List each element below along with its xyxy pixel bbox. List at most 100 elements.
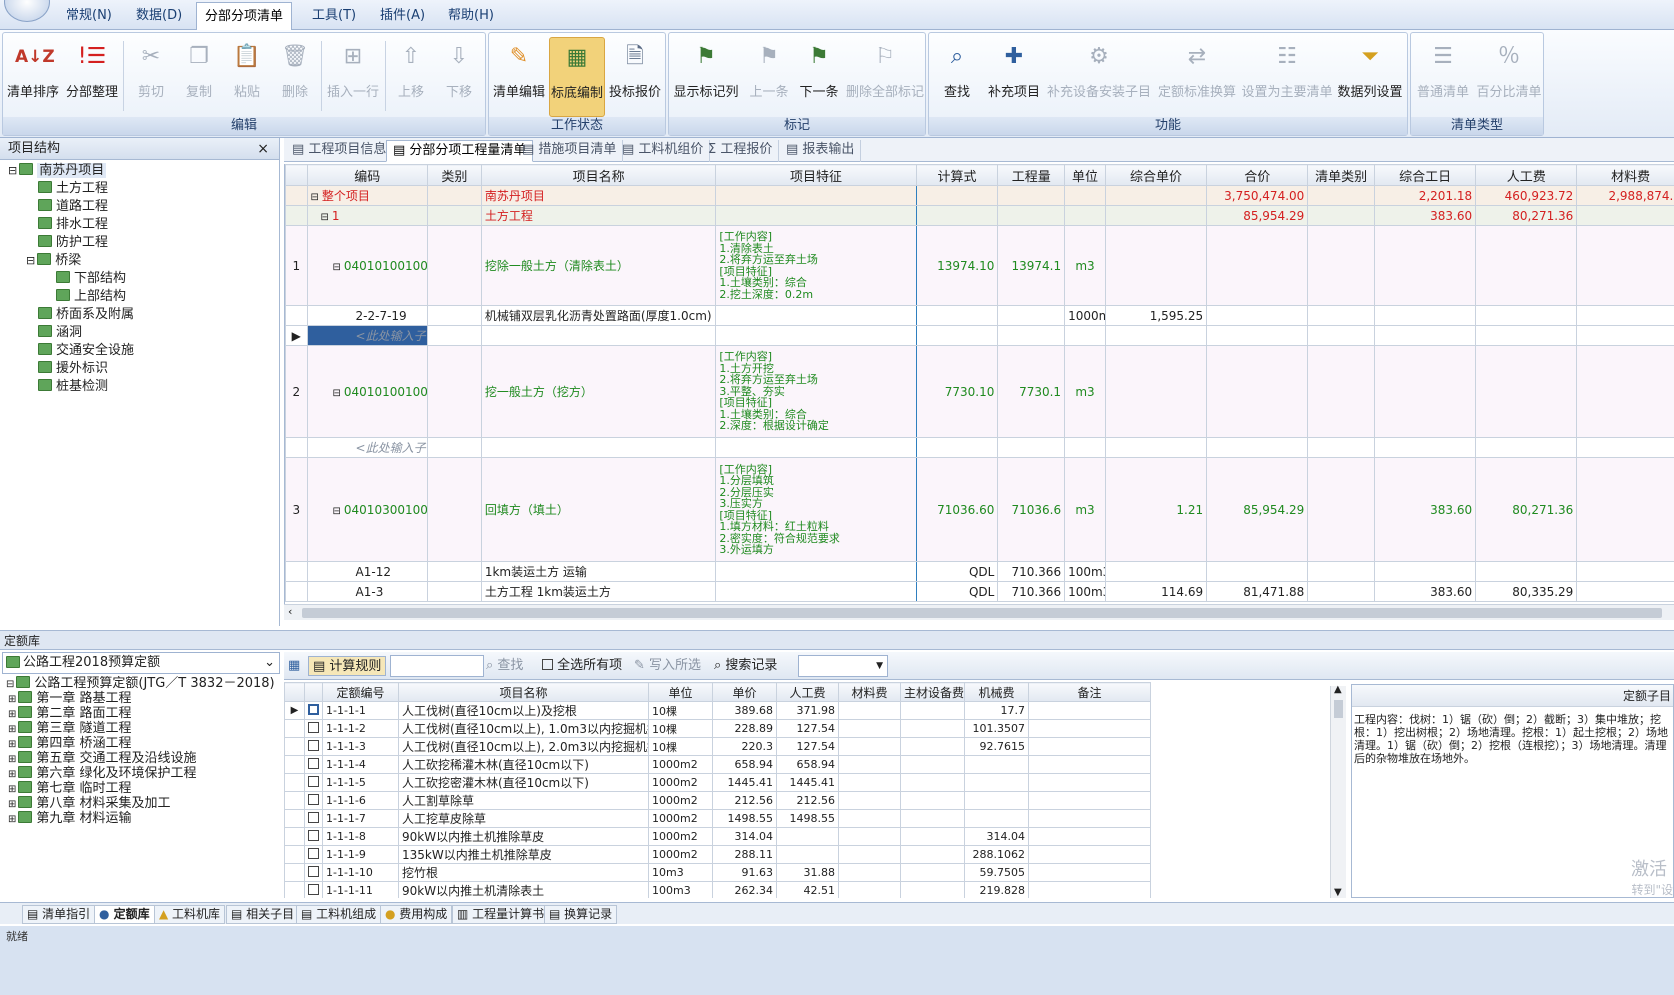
- quota-row[interactable]: 1-1-1-3人工伐树(直径10cm以上), 2.0m3以内挖掘机挖树根10棵2…: [284, 737, 1151, 756]
- workday-cell[interactable]: [1373, 437, 1477, 458]
- quota-material-cell[interactable]: [838, 755, 901, 774]
- quota-code-cell[interactable]: 1-1-1-9: [322, 845, 399, 864]
- tree-item[interactable]: 道路工程: [0, 198, 279, 216]
- list-type-cell[interactable]: [1307, 437, 1375, 458]
- set-main-list-button[interactable]: ☷ 设置为主要清单: [1239, 37, 1335, 117]
- unit-cell[interactable]: m3: [1064, 457, 1106, 562]
- quota-unit-cell[interactable]: 1000m2: [648, 791, 713, 810]
- tree-item[interactable]: 援外标识: [0, 360, 279, 378]
- quota-main-material-cell[interactable]: [900, 809, 965, 828]
- move-down-button[interactable]: ⇩ 下移: [437, 37, 481, 117]
- unit-price-cell[interactable]: [1104, 225, 1208, 306]
- total-cell[interactable]: 85,954.29: [1206, 457, 1309, 562]
- quota-note-cell[interactable]: [1028, 863, 1151, 882]
- total-cell[interactable]: [1206, 225, 1309, 306]
- total-cell[interactable]: [1206, 325, 1309, 346]
- quota-name-cell[interactable]: 人工割草除草: [398, 791, 649, 810]
- bid-quote-button[interactable]: 🗎 投标报价: [607, 37, 663, 117]
- name-cell[interactable]: 挖一般土方（挖方）: [480, 345, 717, 438]
- category-cell[interactable]: [427, 305, 482, 326]
- move-up-button[interactable]: ⇧ 上移: [389, 37, 433, 117]
- tree-item[interactable]: 上部结构: [0, 288, 279, 306]
- table-row[interactable]: 1 ⊟ 040101001001 挖除一般土方（清除表土） [工作内容] 1.清除表土 …: [285, 225, 1674, 306]
- row-number-cell[interactable]: ▶: [285, 325, 308, 346]
- unit-cell[interactable]: 100m3: [1064, 581, 1106, 602]
- feature-cell[interactable]: [715, 325, 917, 346]
- tab-cost-composition[interactable]: ● 费用构成: [380, 905, 453, 924]
- quota-code-cell[interactable]: 1-1-1-11: [322, 881, 399, 898]
- table-row[interactable]: 2-2-7-19 机械铺双层乳化沥青处置路面(厚度1.0cm) 1000m 1,595…: [285, 305, 1674, 326]
- unit-cell[interactable]: [1064, 205, 1106, 226]
- quota-machine-cell[interactable]: 101.3507: [964, 719, 1029, 738]
- name-cell[interactable]: [480, 437, 717, 458]
- quota-main-material-cell[interactable]: [900, 701, 965, 720]
- quota-price-cell[interactable]: 220.3: [712, 737, 777, 756]
- material-cost-cell[interactable]: [1576, 225, 1674, 306]
- quota-material-cell[interactable]: [838, 719, 901, 738]
- quota-tree-item[interactable]: ⊞ 第六章 绿化及环境保护工程: [2, 766, 280, 781]
- quota-labor-cell[interactable]: 42.51: [776, 881, 839, 898]
- column-header[interactable]: 材料费: [1576, 164, 1674, 186]
- quota-material-cell[interactable]: [838, 773, 901, 792]
- material-cost-cell[interactable]: [1576, 561, 1674, 582]
- unit-price-cell[interactable]: 1,595.25: [1104, 305, 1208, 326]
- scroll-down-icon[interactable]: ▼: [1334, 887, 1342, 898]
- quantity-cell[interactable]: 710.366: [997, 561, 1066, 582]
- quantity-cell[interactable]: 7730.1: [997, 345, 1066, 438]
- table-row[interactable]: ⊟ 1 土方工程 85,954.29 383.60 80,271.36: [285, 205, 1674, 226]
- quota-column-header[interactable]: 主材设备费: [900, 682, 965, 702]
- formula-cell[interactable]: [915, 205, 999, 226]
- quota-name-cell[interactable]: 人工挖草皮除草: [398, 809, 649, 828]
- row-number-cell[interactable]: [285, 581, 308, 602]
- expand-icon[interactable]: ⊞: [8, 694, 16, 705]
- copy-button[interactable]: ❐ 复制: [177, 37, 221, 117]
- category-cell[interactable]: [427, 225, 482, 306]
- name-cell[interactable]: 土方工程 1km装运土方: [480, 581, 717, 602]
- column-header[interactable]: 综合单价: [1104, 164, 1208, 186]
- total-cell[interactable]: [1206, 437, 1309, 458]
- row-number-cell[interactable]: [285, 305, 308, 326]
- quota-code-cell[interactable]: 1-1-1-1: [322, 701, 399, 720]
- tab-list-guide[interactable]: ▤ 清单指引: [22, 905, 96, 924]
- labor-cost-cell[interactable]: 460,923.72: [1475, 185, 1578, 206]
- row-checkbox[interactable]: [304, 719, 323, 738]
- write-selected-button[interactable]: ✎ 写入所选: [634, 656, 701, 676]
- quota-column-header[interactable]: 项目名称: [398, 682, 649, 702]
- expand-icon[interactable]: ⊞: [8, 754, 16, 765]
- quota-unit-cell[interactable]: 10m3: [648, 863, 713, 882]
- find-button[interactable]: ⌕ 查找: [933, 37, 981, 117]
- row-number-cell[interactable]: [285, 205, 308, 226]
- quota-note-cell[interactable]: [1028, 827, 1151, 846]
- menu-tools[interactable]: 工具(T): [304, 6, 364, 28]
- quota-main-material-cell[interactable]: [900, 773, 965, 792]
- quota-tree-item[interactable]: ⊟ 公路工程预算定额(JTG／T 3832－2018): [2, 676, 280, 691]
- column-header[interactable]: 清单类别: [1307, 164, 1375, 186]
- quota-row[interactable]: 1-1-1-7 人工挖草皮除草 1000m2 1498.55 1498.55: [284, 809, 1151, 828]
- formula-cell[interactable]: [915, 325, 999, 346]
- close-icon[interactable]: ×: [257, 138, 269, 160]
- quota-tree-item[interactable]: ⊞ 第九章 材料运输: [2, 811, 280, 826]
- category-cell[interactable]: [427, 457, 482, 562]
- quota-material-cell[interactable]: [838, 791, 901, 810]
- quota-machine-cell[interactable]: [964, 791, 1029, 810]
- quota-name-cell[interactable]: 135kW以内推土机推除草皮: [398, 845, 649, 864]
- quantity-cell[interactable]: [997, 437, 1066, 458]
- quota-main-material-cell[interactable]: [900, 791, 965, 810]
- quota-note-cell[interactable]: [1028, 737, 1151, 756]
- collapse-icon[interactable]: ⊟: [8, 164, 17, 177]
- tab-quote[interactable]: Σ 工程报价: [702, 140, 780, 162]
- name-cell[interactable]: 机械铺双层乳化沥青处置路面(厚度1.0cm): [480, 305, 717, 326]
- table-row[interactable]: ▶ <此处输入子目>: [285, 325, 1674, 346]
- expand-icon[interactable]: ⊞: [8, 769, 16, 780]
- tab-material-library[interactable]: ▲ 工料机库: [154, 905, 226, 924]
- column-header[interactable]: 综合工日: [1373, 164, 1477, 186]
- bid-base-button[interactable]: ▦ 标底编制: [549, 37, 605, 117]
- category-cell[interactable]: [427, 437, 482, 458]
- row-checkbox[interactable]: [304, 773, 323, 792]
- next-mark-button[interactable]: ⚑ 下一条: [795, 37, 843, 117]
- formula-cell[interactable]: 71036.60: [915, 457, 999, 562]
- tree-item[interactable]: 下部结构: [0, 270, 279, 288]
- unit-price-cell[interactable]: [1104, 437, 1208, 458]
- quantity-cell[interactable]: [997, 185, 1066, 206]
- feature-cell[interactable]: [715, 437, 917, 458]
